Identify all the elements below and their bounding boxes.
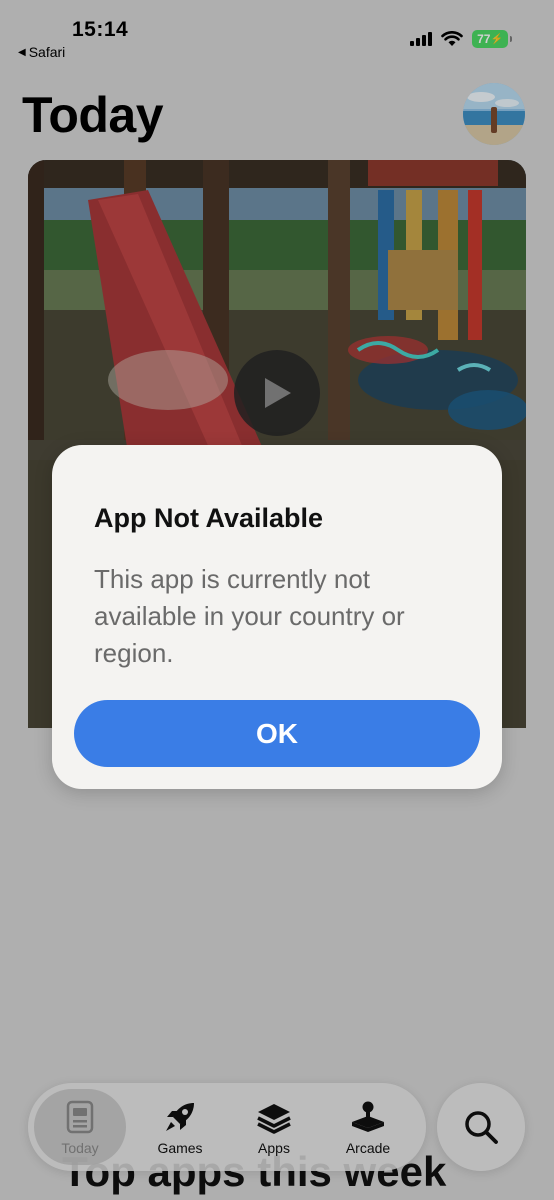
alert-dialog: App Not Available This app is currently … [52,445,502,789]
ok-button[interactable]: OK [74,700,480,767]
alert-title: App Not Available [94,503,324,533]
alert-message: This app is currently not available in y… [94,564,405,668]
